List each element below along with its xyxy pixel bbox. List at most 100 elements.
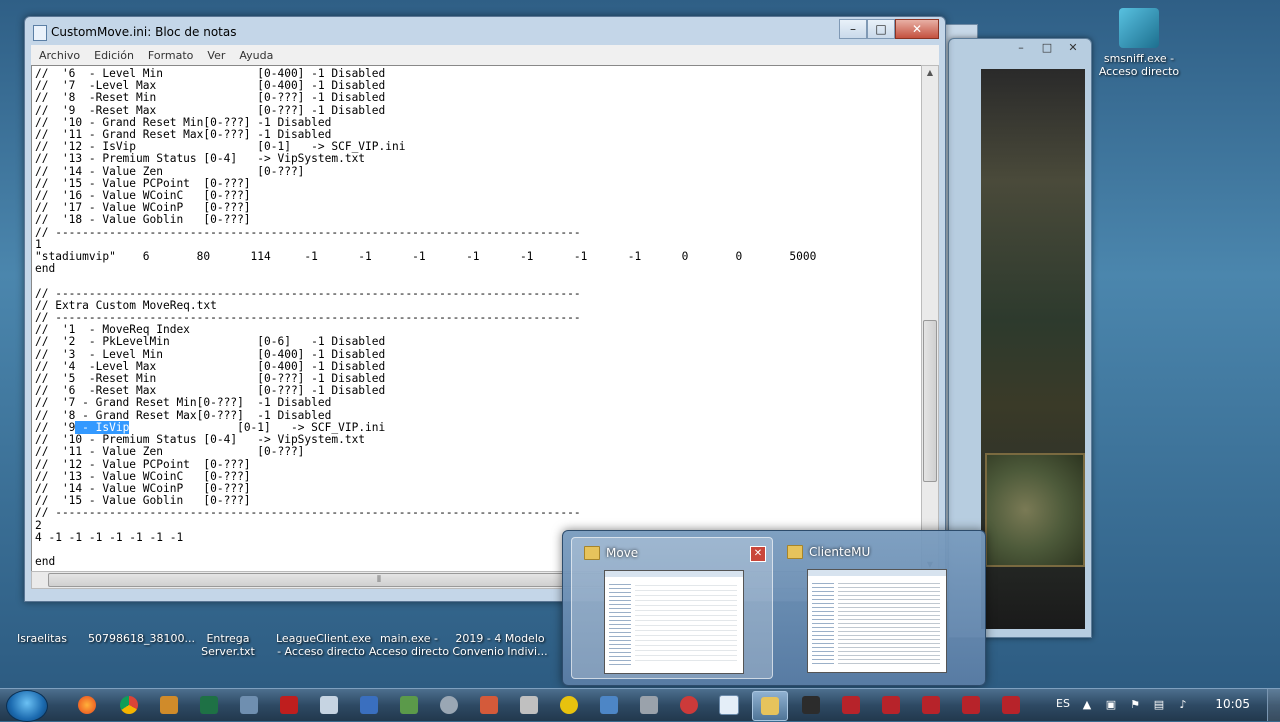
desktop-icon-israelitas[interactable]: Israelitas [2, 632, 82, 645]
show-desktop-button[interactable] [1267, 689, 1280, 721]
preview-item-move[interactable]: Move ✕ [571, 537, 773, 679]
app-icon [400, 696, 418, 714]
editor-selection: - IsVip [75, 420, 130, 434]
desktop-icon-label: main.exe - Acceso directo [368, 632, 450, 658]
desktop-icon-label: Israelitas [17, 632, 67, 645]
folder-icon [787, 545, 803, 559]
game-icon [882, 696, 900, 714]
app-icon [600, 696, 618, 714]
volume-icon[interactable]: ♪ [1176, 698, 1190, 712]
taskbar-notepad[interactable] [712, 691, 746, 719]
editor-text-before: // '6 - Level Min [0-400] -1 Disabled //… [35, 67, 817, 434]
editor-text-after: [0-1] -> SCF_VIP.ini // '10 - Premium St… [35, 420, 581, 569]
filezilla-icon [280, 696, 298, 714]
taskbar: ES ▲ ▣ ⚑ ▤ ♪ 10:05 [0, 688, 1280, 722]
taskbar-explorer[interactable] [752, 691, 788, 721]
taskbar-app-5[interactable] [232, 691, 266, 719]
minimize-button[interactable]: – [839, 19, 867, 39]
taskbar-app-7[interactable] [312, 691, 346, 719]
taskbar-app-9[interactable] [392, 691, 426, 719]
taskbar-app-10[interactable] [432, 691, 466, 719]
minimize-button[interactable]: – [1009, 41, 1033, 57]
chrome-icon [120, 696, 138, 714]
taskbar-filezilla[interactable] [272, 691, 306, 719]
vertical-scroll-thumb[interactable] [923, 320, 937, 482]
game-minimap [985, 453, 1085, 567]
desktop-icon-entrega[interactable]: Entrega Server.txt [182, 632, 274, 658]
desktop-icon-label: Entrega Server.txt [201, 632, 255, 658]
excel-icon [200, 696, 218, 714]
gear-icon [440, 696, 458, 714]
game-window-controls: – □ ✕ [1009, 41, 1085, 57]
start-button[interactable] [6, 690, 48, 722]
menu-formato[interactable]: Formato [148, 49, 194, 62]
taskbar-firefox[interactable] [70, 691, 104, 719]
preview-thumbnail [807, 569, 947, 673]
menu-ver[interactable]: Ver [207, 49, 225, 62]
taskbar-chrome[interactable] [112, 691, 146, 719]
app-icon [320, 696, 338, 714]
maximize-button[interactable]: □ [867, 19, 895, 39]
menu-bar: Archivo Edición Formato Ver Ayuda [31, 45, 939, 65]
notepad-icon [33, 25, 47, 41]
preview-header: ClienteMU [787, 545, 870, 559]
desktop-icon-smsniff[interactable]: smsniff.exe - Acceso directo [1096, 8, 1182, 78]
flag-icon[interactable]: ⚑ [1128, 698, 1142, 712]
taskbar-app-16[interactable] [672, 691, 706, 719]
window-title: CustomMove.ini: Bloc de notas [51, 25, 237, 39]
close-button[interactable]: ✕ [895, 19, 939, 39]
game-viewport[interactable]: 5706 [981, 69, 1085, 629]
window-controls: – □ ✕ [839, 19, 939, 39]
network-icon[interactable]: ▣ [1104, 698, 1118, 712]
vertical-scrollbar[interactable]: ▲ ▼ [921, 65, 939, 573]
scroll-up-arrow-icon[interactable]: ▲ [922, 66, 938, 80]
app-icon [240, 696, 258, 714]
taskbar-app-14[interactable] [592, 691, 626, 719]
taskbar-game-2[interactable] [874, 691, 908, 719]
radiation-icon [560, 696, 578, 714]
taskbar-app-8[interactable] [352, 691, 386, 719]
smsniff-icon [1119, 8, 1159, 48]
clock[interactable]: 10:05 [1215, 697, 1250, 711]
taskbar-excel[interactable] [192, 691, 226, 719]
taskbar-app-15[interactable] [632, 691, 666, 719]
app-icon [360, 696, 378, 714]
menu-ayuda[interactable]: Ayuda [239, 49, 273, 62]
text-editor[interactable]: // '6 - Level Min [0-400] -1 Disabled //… [31, 65, 923, 573]
language-indicator[interactable]: ES [1056, 697, 1070, 710]
maximize-button[interactable]: □ [1035, 41, 1059, 57]
taskbar-app-19[interactable] [794, 691, 828, 719]
desktop-icon-leagueclient[interactable]: LeagueClient.exe - Acceso directo [276, 632, 372, 658]
preview-item-clientemu[interactable]: ClienteMU [775, 537, 975, 677]
desktop-icon-main[interactable]: main.exe - Acceso directo [366, 632, 452, 658]
taskbar-game-5[interactable] [994, 691, 1028, 719]
desktop-icon-label: smsniff.exe - Acceso directo [1098, 52, 1180, 78]
tray-chevron-icon[interactable]: ▲ [1080, 698, 1094, 712]
desktop-icon-label: LeagueClient.exe - Acceso directo [276, 632, 372, 658]
preview-close-button[interactable]: ✕ [750, 546, 766, 562]
network-icon[interactable]: ▤ [1152, 698, 1166, 712]
desktop-icon-file[interactable]: 50798618_38100... [88, 632, 195, 645]
notepad-titlebar[interactable]: CustomMove.ini: Bloc de notas – □ ✕ [25, 17, 945, 45]
desktop-icon-convenio[interactable]: 2019 - 4 Modelo Convenio Indivi... [452, 632, 548, 658]
app-icon [160, 696, 178, 714]
taskbar-app-11[interactable] [472, 691, 506, 719]
close-button[interactable]: ✕ [1061, 41, 1085, 57]
game-icon [962, 696, 980, 714]
taskbar-app-13[interactable] [552, 691, 586, 719]
folder-icon [761, 697, 779, 715]
app-icon [480, 696, 498, 714]
menu-archivo[interactable]: Archivo [39, 49, 80, 62]
taskbar-game-4[interactable] [954, 691, 988, 719]
taskbar-game-3[interactable] [914, 691, 948, 719]
notepad-window[interactable]: CustomMove.ini: Bloc de notas – □ ✕ Arch… [24, 16, 946, 602]
notepad-icon [719, 695, 739, 715]
editor-content: // '6 - Level Min [0-400] -1 Disabled //… [32, 66, 922, 568]
taskbar-app-3[interactable] [152, 691, 186, 719]
taskbar-thumbnail-preview: Move ✕ ClienteMU [562, 530, 986, 686]
taskbar-game-1[interactable] [834, 691, 868, 719]
taskbar-app-12[interactable] [512, 691, 546, 719]
preview-header: Move [584, 546, 638, 560]
menu-edicion[interactable]: Edición [94, 49, 134, 62]
app-icon [680, 696, 698, 714]
